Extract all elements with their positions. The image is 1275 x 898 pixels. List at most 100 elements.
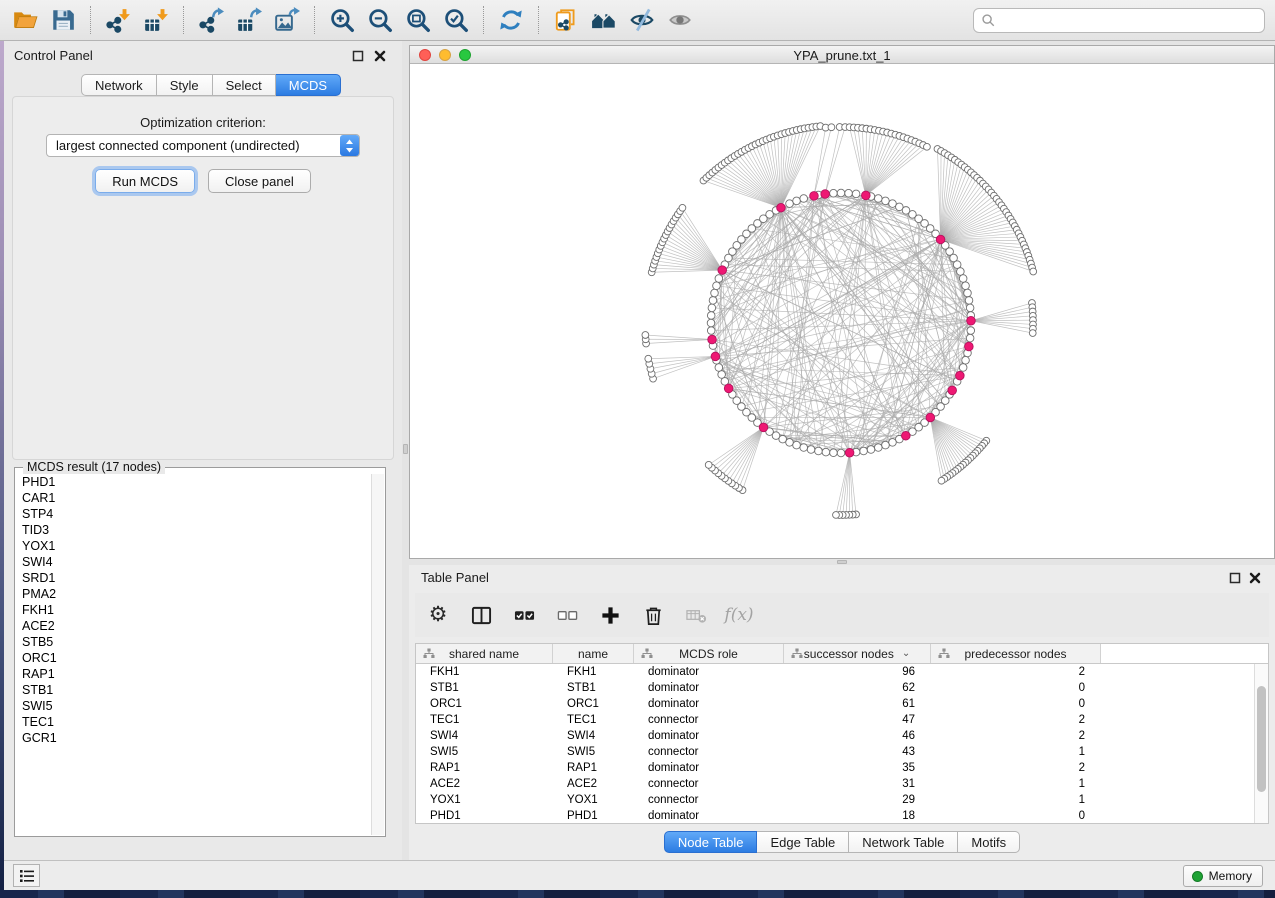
node-table-body: FKH1FKH1dominator962STB1STB1dominator620… xyxy=(416,664,1254,823)
table-cell: SWI4 xyxy=(416,728,553,744)
tab-network-table[interactable]: Network Table xyxy=(849,831,958,853)
zoom-in-icon[interactable] xyxy=(326,4,358,36)
table-cell: STB1 xyxy=(553,680,634,696)
mcds-result-scrollbar[interactable] xyxy=(371,474,384,835)
vertical-splitter[interactable] xyxy=(402,41,409,860)
table-scrollbar-thumb[interactable] xyxy=(1257,686,1266,792)
result-list-item[interactable]: STB5 xyxy=(16,634,371,650)
function-builder-icon[interactable]: f(x) xyxy=(726,602,752,628)
table-row[interactable]: SWI4SWI4dominator462 xyxy=(416,728,1254,744)
table-row[interactable]: ORC1ORC1dominator610 xyxy=(416,696,1254,712)
table-cell: 43 xyxy=(784,744,931,760)
tab-select[interactable]: Select xyxy=(213,74,276,96)
column-header-name[interactable]: name xyxy=(553,644,634,663)
export-table-icon[interactable] xyxy=(233,4,265,36)
show-columns-panel-icon[interactable] xyxy=(468,602,494,628)
tab-style[interactable]: Style xyxy=(157,74,213,96)
result-list-item[interactable]: STB1 xyxy=(16,682,371,698)
clear-table-icon[interactable] xyxy=(683,602,709,628)
table-cell: FKH1 xyxy=(553,664,634,680)
search-input[interactable] xyxy=(996,10,1264,31)
result-list-item[interactable]: YOX1 xyxy=(16,538,371,554)
float-table-panel-icon[interactable] xyxy=(1229,571,1243,585)
table-cell-filler xyxy=(1101,728,1254,744)
table-cell: connector xyxy=(634,712,784,728)
table-scrollbar[interactable] xyxy=(1254,664,1268,823)
memory-button[interactable]: Memory xyxy=(1183,865,1263,887)
result-list-item[interactable]: TID3 xyxy=(16,522,371,538)
tab-motifs[interactable]: Motifs xyxy=(958,831,1020,853)
network-canvas[interactable] xyxy=(410,65,1274,558)
export-network-icon[interactable] xyxy=(195,4,227,36)
close-panel-icon[interactable] xyxy=(374,49,388,63)
table-cell: 0 xyxy=(931,680,1101,696)
control-panel: Control Panel Network Style Select MCDS … xyxy=(4,41,402,860)
eye-slash-icon[interactable] xyxy=(626,4,658,36)
zoom-out-icon[interactable] xyxy=(364,4,396,36)
tab-edge-table[interactable]: Edge Table xyxy=(757,831,849,853)
zoom-fit-icon[interactable] xyxy=(402,4,434,36)
result-list-item[interactable]: GCR1 xyxy=(16,730,371,746)
houses-icon[interactable] xyxy=(588,4,620,36)
add-column-icon[interactable] xyxy=(597,602,623,628)
result-list-item[interactable]: FKH1 xyxy=(16,602,371,618)
eye-icon[interactable] xyxy=(664,4,696,36)
result-list-item[interactable]: PHD1 xyxy=(16,474,371,490)
import-table-icon[interactable] xyxy=(140,4,172,36)
table-row[interactable]: STB1STB1dominator620 xyxy=(416,680,1254,696)
tab-network[interactable]: Network xyxy=(81,74,157,96)
criterion-dropdown[interactable]: largest connected component (undirected) xyxy=(46,134,360,157)
result-list-item[interactable]: SWI5 xyxy=(16,698,371,714)
tab-node-table[interactable]: Node Table xyxy=(664,831,758,853)
result-list-item[interactable]: CAR1 xyxy=(16,490,371,506)
close-table-panel-icon[interactable] xyxy=(1249,571,1263,585)
table-row[interactable]: FKH1FKH1dominator962 xyxy=(416,664,1254,680)
result-list-item[interactable]: STP4 xyxy=(16,506,371,522)
column-header-shared-name[interactable]: shared name xyxy=(416,644,553,663)
table-cell: 1 xyxy=(931,776,1101,792)
table-row[interactable]: ACE2ACE2connector311 xyxy=(416,776,1254,792)
table-row[interactable]: PHD1PHD1dominator180 xyxy=(416,808,1254,823)
deselect-all-icon[interactable] xyxy=(554,602,580,628)
splitter-handle[interactable] xyxy=(837,560,847,564)
save-session-icon[interactable] xyxy=(47,4,79,36)
result-list-item[interactable]: SWI4 xyxy=(16,554,371,570)
select-all-icon[interactable] xyxy=(511,602,537,628)
delete-column-icon[interactable] xyxy=(640,602,666,628)
table-panel: Table Panel ⚙ f(x) shared name name xyxy=(409,565,1275,860)
column-header-successor-nodes[interactable]: successor nodes ⌄ xyxy=(784,644,931,663)
result-list-item[interactable]: PMA2 xyxy=(16,586,371,602)
column-header-mcds-role[interactable]: MCDS role xyxy=(634,644,784,663)
table-cell: ORC1 xyxy=(416,696,553,712)
result-list-item[interactable]: RAP1 xyxy=(16,666,371,682)
mcds-result-title: MCDS result (17 nodes) xyxy=(23,460,165,474)
table-cell: 35 xyxy=(784,760,931,776)
task-history-button[interactable] xyxy=(13,864,40,887)
float-panel-icon[interactable] xyxy=(352,49,366,63)
result-list-item[interactable]: ACE2 xyxy=(16,618,371,634)
table-cell: 29 xyxy=(784,792,931,808)
export-image-icon[interactable] xyxy=(271,4,303,36)
open-file-icon[interactable] xyxy=(9,4,41,36)
table-settings-gear-icon[interactable]: ⚙ xyxy=(425,602,451,628)
splitter-handle[interactable] xyxy=(403,444,408,454)
table-row[interactable]: RAP1RAP1dominator352 xyxy=(416,760,1254,776)
column-header-predecessor-nodes[interactable]: predecessor nodes xyxy=(931,644,1101,663)
run-mcds-button[interactable]: Run MCDS xyxy=(95,169,195,193)
tab-mcds[interactable]: MCDS xyxy=(276,74,341,96)
zoom-selected-icon[interactable] xyxy=(440,4,472,36)
import-network-icon[interactable] xyxy=(102,4,134,36)
result-list-item[interactable]: ORC1 xyxy=(16,650,371,666)
table-row[interactable]: TEC1TEC1connector472 xyxy=(416,712,1254,728)
clone-network-icon[interactable] xyxy=(550,4,582,36)
table-cell: PHD1 xyxy=(416,808,553,823)
tree-icon xyxy=(791,648,803,660)
table-row[interactable]: SWI5SWI5connector431 xyxy=(416,744,1254,760)
memory-label: Memory xyxy=(1209,869,1252,883)
result-list-item[interactable]: SRD1 xyxy=(16,570,371,586)
close-panel-button[interactable]: Close panel xyxy=(208,169,311,193)
refresh-icon[interactable] xyxy=(495,4,527,36)
result-list-item[interactable]: TEC1 xyxy=(16,714,371,730)
table-row[interactable]: YOX1YOX1connector291 xyxy=(416,792,1254,808)
node-table: shared name name MCDS role successor nod… xyxy=(415,643,1269,824)
